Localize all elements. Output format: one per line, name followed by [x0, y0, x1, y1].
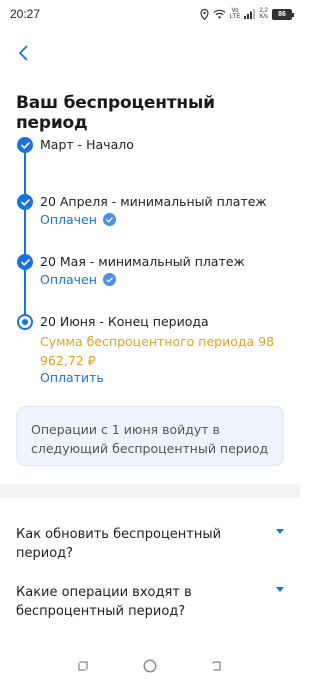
home-button[interactable] — [142, 658, 158, 674]
faq-item[interactable]: Какие операции входят в беспроцентный пе… — [16, 583, 286, 621]
faq-question: Какие операции входят в беспроцентный пе… — [16, 585, 192, 619]
chevron-down-icon — [276, 529, 284, 534]
section-divider — [0, 484, 300, 498]
step-complete-icon — [17, 194, 33, 210]
free-period-amount: Сумма беспроцентного периода 98 962,72 ₽ — [40, 334, 275, 368]
check-circle-icon — [102, 213, 116, 226]
battery-icon: 86 — [272, 8, 294, 20]
chevron-left-icon — [19, 45, 28, 61]
status-icons: Vo LTE 2,2 K/s 86 — [200, 8, 294, 20]
system-back-button[interactable] — [209, 658, 225, 674]
step-complete-icon — [17, 137, 33, 153]
timeline-step-label: Март - Начало — [40, 137, 134, 152]
recent-apps-button[interactable] — [75, 658, 91, 674]
volte-indicator: Vo LTE — [230, 8, 241, 20]
info-card: Операции с 1 июня войдут в следующий бес… — [16, 406, 284, 466]
timeline-connector — [24, 152, 26, 195]
payment-status: Оплачен — [40, 212, 116, 227]
check-circle-icon — [102, 273, 116, 286]
timeline-step-label: 20 Апреля - минимальный платеж — [40, 194, 267, 209]
location-icon — [200, 8, 209, 20]
system-nav-bar — [0, 648, 300, 684]
recent-apps-icon — [78, 661, 88, 671]
faq-item[interactable]: Как обновить беспроцентный период? — [16, 525, 286, 563]
speed-unit: K/s — [259, 14, 268, 20]
timeline-connector — [24, 269, 26, 315]
payment-status: Оплачен — [40, 272, 116, 287]
status-bar: 20:27 Vo LTE 2,2 K/s 86 — [0, 0, 300, 28]
faq-question: Как обновить беспроцентный период? — [16, 527, 222, 561]
step-current-icon — [17, 314, 33, 330]
timeline-connector — [24, 209, 26, 255]
pay-button[interactable]: Оплатить — [40, 370, 104, 385]
chevron-down-icon — [276, 587, 284, 592]
timeline-step-label: 20 Июня - Конец периода — [40, 314, 209, 329]
status-time: 20:27 — [10, 7, 41, 21]
lte-label: LTE — [229, 14, 241, 20]
network-speed: 2,2 K/s — [259, 8, 268, 20]
timeline-step-label: 20 Мая - минимальный платеж — [40, 254, 245, 269]
signal-icon — [244, 9, 256, 19]
faq-item-partial — [16, 637, 276, 647]
home-icon — [143, 659, 157, 673]
back-icon — [211, 661, 221, 671]
payment-status-label: Оплачен — [40, 212, 97, 227]
page-title: Ваш беспроцентный период — [16, 93, 215, 133]
back-button[interactable] — [10, 40, 36, 66]
step-complete-icon — [17, 254, 33, 270]
payment-status-label: Оплачен — [40, 272, 97, 287]
wifi-icon — [213, 9, 226, 19]
